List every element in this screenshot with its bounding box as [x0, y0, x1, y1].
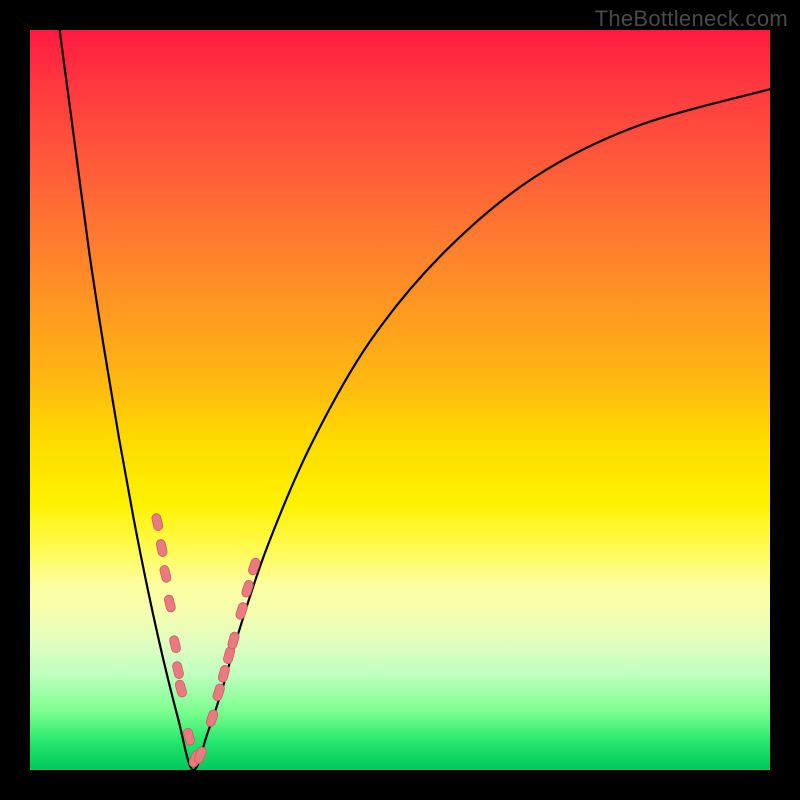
bead-markers	[151, 513, 261, 769]
bead-marker	[227, 631, 240, 650]
bottleneck-curve	[60, 30, 770, 770]
bead-marker	[217, 664, 230, 683]
chart-frame: TheBottleneck.com	[0, 0, 800, 800]
bead-marker	[163, 594, 176, 613]
bead-marker	[247, 557, 261, 576]
bead-marker	[193, 746, 208, 765]
bead-marker	[159, 565, 172, 584]
bead-marker	[174, 679, 187, 698]
bead-marker	[241, 579, 255, 598]
bead-marker	[155, 539, 167, 558]
bead-marker	[169, 635, 182, 654]
bead-marker	[172, 661, 185, 680]
bead-marker	[212, 683, 226, 702]
plot-area	[30, 30, 770, 770]
curve-layer	[30, 30, 770, 770]
bead-marker	[205, 709, 219, 728]
watermark-text: TheBottleneck.com	[595, 6, 788, 32]
bead-marker	[235, 601, 249, 620]
bead-marker	[151, 513, 163, 532]
